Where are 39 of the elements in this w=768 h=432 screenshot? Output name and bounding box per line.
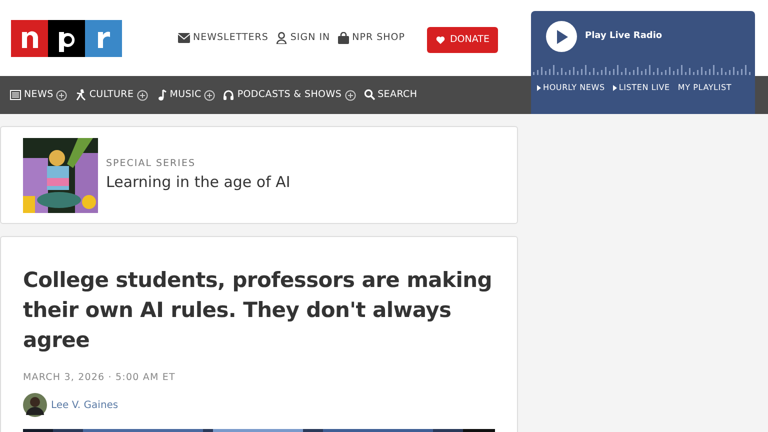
play-icon (554, 28, 568, 44)
play-icon (612, 85, 617, 91)
series-title[interactable]: Learning in the age of AI (106, 170, 290, 194)
header-link[interactable]: SIGN IN (276, 31, 330, 46)
author-link[interactable]: Lee V. Gaines (51, 398, 118, 413)
play-icon (537, 85, 541, 91)
mail-icon (178, 33, 190, 44)
expand-icon (204, 90, 216, 100)
nav-item[interactable]: NEWS (10, 88, 68, 102)
series-card[interactable]: SPECIAL SERIES Learning in the age of AI (0, 126, 518, 224)
dancer-icon (75, 89, 86, 101)
donate-button[interactable]: DONATE (426, 27, 498, 54)
expand-icon (136, 90, 148, 100)
series-eyebrow: SPECIAL SERIES (106, 156, 196, 171)
nav-item[interactable]: CULTURE (75, 88, 148, 102)
player-link[interactable]: MY PLAYLIST (678, 82, 732, 94)
article-date: MARCH 3, 2026 · 5:00 AM ET (23, 371, 176, 385)
player-link[interactable]: LISTEN LIVE (612, 82, 670, 94)
expand-icon (344, 90, 356, 100)
author-avatar (23, 393, 47, 418)
heart-icon (436, 36, 445, 44)
audio-wave-icon (533, 63, 753, 75)
headline: College students, professors are making their own AI rules. They don't always agree (23, 267, 493, 354)
play-button[interactable] (546, 21, 577, 52)
header-link[interactable]: NPR SHOP (338, 31, 405, 46)
nav-item[interactable]: SEARCH (364, 88, 418, 102)
nav-item[interactable]: MUSIC (156, 88, 216, 102)
headphones-icon (223, 89, 234, 101)
bag-icon (338, 32, 350, 44)
music-note-icon (156, 89, 167, 101)
expand-icon (56, 90, 68, 100)
user-icon (276, 32, 288, 44)
live-radio-label: Play Live Radio (585, 30, 662, 43)
npr-logo[interactable] (11, 20, 122, 57)
list-icon (10, 89, 21, 101)
nav-item[interactable]: PODCASTS & SHOWS (223, 88, 356, 102)
header-link[interactable]: NEWSLETTERS (178, 31, 268, 46)
search-icon (364, 89, 375, 101)
player-link[interactable]: HOURLY NEWS (537, 82, 605, 94)
